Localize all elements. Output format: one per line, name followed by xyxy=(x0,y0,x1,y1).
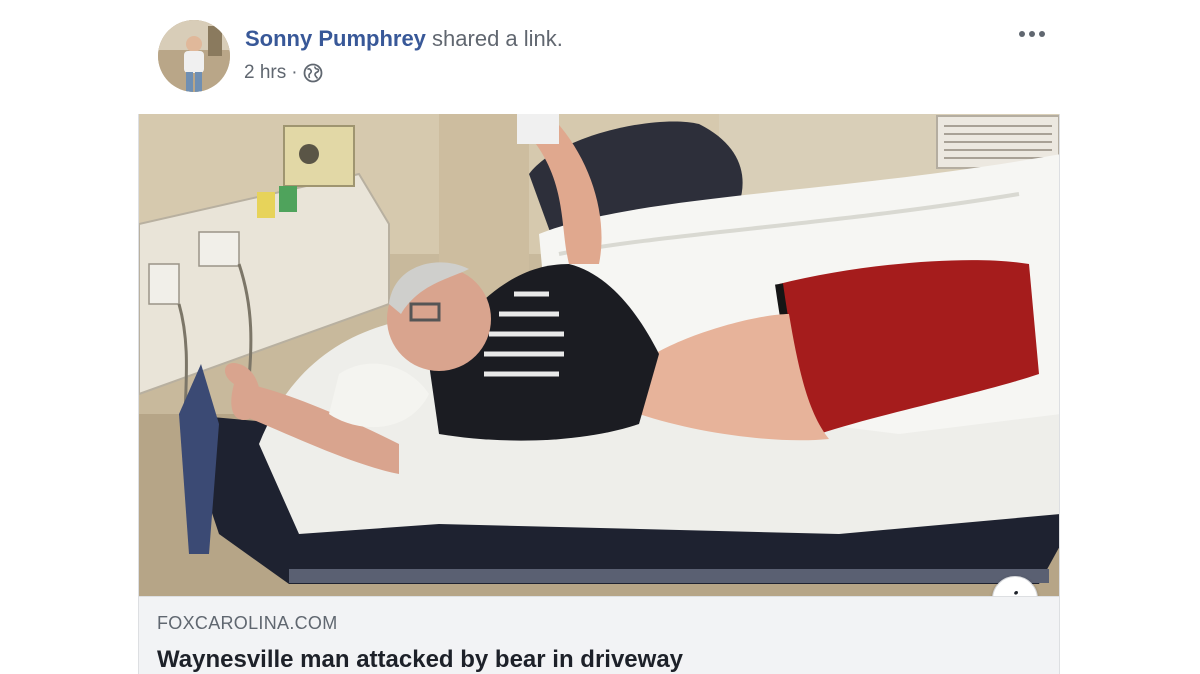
link-preview-image[interactable] xyxy=(139,114,1059,596)
link-caption[interactable]: FOXCAROLINA.COM Waynesville man attacked… xyxy=(139,596,1059,674)
post-action-text: shared a link. xyxy=(432,26,563,51)
link-article-title[interactable]: Waynesville man attacked by bear in driv… xyxy=(157,646,683,674)
link-preview-card[interactable]: i FOXCAROLINA.COM Waynesville man attack… xyxy=(138,114,1060,674)
post-header-line: Sonny Pumphrey shared a link. xyxy=(245,26,563,52)
post-header: Sonny Pumphrey shared a link. 2 hrs · xyxy=(0,0,1200,110)
author-avatar[interactable] xyxy=(158,20,230,92)
post-timestamp[interactable]: 2 hrs xyxy=(244,62,286,84)
globe-icon[interactable] xyxy=(303,63,323,83)
more-options-icon[interactable] xyxy=(1012,22,1052,46)
post-meta: 2 hrs · xyxy=(244,62,323,84)
author-name-link[interactable]: Sonny Pumphrey xyxy=(245,26,426,51)
link-source-domain: FOXCAROLINA.COM xyxy=(157,613,338,633)
meta-separator: · xyxy=(291,62,298,83)
